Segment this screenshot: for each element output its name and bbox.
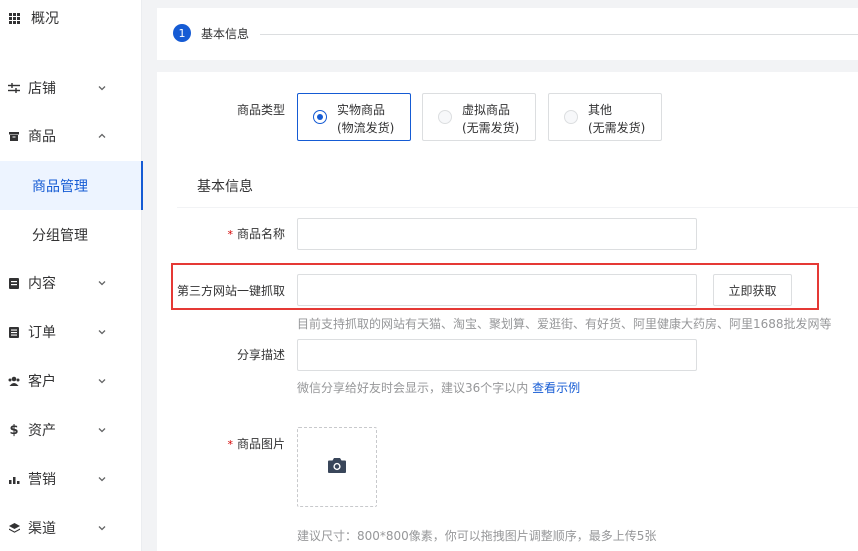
share-description-input[interactable] [297, 339, 697, 371]
option-subtitle: (无需发货) [462, 121, 520, 135]
sidebar-subitem-group-manage[interactable]: 分组管理 [0, 210, 142, 259]
sidebar-item-label: 内容 [28, 276, 56, 292]
sidebar-item-goods[interactable]: 商品 [0, 112, 142, 160]
product-name-label: * 商品名称 [227, 225, 285, 242]
radio-button[interactable] [564, 110, 578, 124]
product-form: 商品类型 实物商品 (物流发货) 虚拟商品 (无需发货) 其他 (无需发货) 基… [157, 72, 858, 551]
sidebar-item-marketing[interactable]: 营销 [0, 455, 142, 503]
fetch-now-button[interactable]: 立即获取 [713, 274, 792, 306]
sidebar-item-channels[interactable]: 渠道 [0, 504, 142, 551]
chevron-up-icon [96, 130, 108, 142]
chevron-down-icon [96, 326, 108, 338]
sidebar-item-overview[interactable]: 概况 [0, 0, 142, 42]
product-images-label-text: 商品图片 [236, 437, 285, 451]
image-upload-box[interactable] [297, 427, 377, 507]
sidebar-item-shop[interactable]: 店铺 [0, 64, 142, 112]
chevron-down-icon [96, 277, 108, 289]
product-images-label: * 商品图片 [227, 435, 285, 452]
step-number-badge: 1 [173, 24, 191, 42]
content-doc-icon [8, 277, 20, 289]
option-title: 虚拟商品 [462, 103, 511, 117]
sidebar: 概况 店铺 商品 商品管理 分组管理 内容 订单 客户 $ 资产 营销 渠道 [0, 0, 143, 551]
camera-icon [328, 457, 346, 477]
product-type-label: 商品类型 [236, 103, 285, 117]
grab-help-text: 目前支持抓取的网站有天猫、淘宝、聚划算、爱逛街、有好货、阿里健康大药房、阿里16… [297, 317, 832, 331]
steps-card: 1 基本信息 [157, 8, 858, 60]
sidebar-item-customers[interactable]: 客户 [0, 357, 142, 405]
customers-icon [8, 375, 20, 387]
product-type-option-other[interactable]: 其他 (无需发货) [548, 93, 662, 141]
step-title: 基本信息 [201, 27, 250, 41]
share-help-text: 微信分享给好友时会显示，建议36个字以内 [297, 381, 529, 395]
chevron-down-icon [96, 424, 108, 436]
goods-box-icon [8, 130, 20, 142]
step-divider [260, 34, 858, 35]
sidebar-subitem-label: 分组管理 [32, 227, 88, 244]
chevron-down-icon [96, 82, 108, 94]
sidebar-item-label: 渠道 [28, 521, 56, 537]
share-help: 微信分享给好友时会显示，建议36个字以内 查看示例 [297, 379, 580, 396]
required-mark: * [227, 228, 233, 241]
share-description-label: 分享描述 [236, 348, 285, 362]
sidebar-subitem-goods-manage[interactable]: 商品管理 [0, 161, 143, 210]
radio-button[interactable] [313, 110, 327, 124]
option-subtitle: (无需发货) [588, 121, 646, 135]
option-title: 其他 [588, 103, 613, 117]
sidebar-item-label: 概况 [31, 11, 59, 27]
shop-settings-icon [8, 82, 20, 94]
sidebar-item-label: 商品 [28, 129, 56, 145]
dollar-icon: $ [9, 422, 19, 438]
chevron-down-icon [96, 473, 108, 485]
dashboard-grid-icon [8, 12, 20, 24]
sidebar-item-orders[interactable]: 订单 [0, 308, 142, 356]
sidebar-item-content[interactable]: 内容 [0, 259, 142, 307]
view-example-link[interactable]: 查看示例 [532, 381, 580, 395]
sidebar-item-label: 订单 [28, 325, 56, 341]
sidebar-item-label: 客户 [28, 374, 56, 390]
product-name-label-text: 商品名称 [236, 227, 285, 241]
sidebar-subitem-label: 商品管理 [32, 178, 88, 195]
chevron-down-icon [96, 375, 108, 387]
radio-button[interactable] [438, 110, 452, 124]
third-party-grab-label: 第三方网站一键抓取 [176, 284, 285, 298]
section-divider [177, 207, 858, 208]
order-list-icon [8, 326, 20, 338]
chevron-down-icon [96, 522, 108, 534]
sidebar-item-label: 营销 [28, 472, 56, 488]
image-help-text: 建议尺寸：800*800像素，你可以拖拽图片调整顺序，最多上传5张 [297, 529, 657, 543]
sidebar-item-assets[interactable]: $ 资产 [0, 406, 142, 454]
section-title: 基本信息 [197, 179, 253, 195]
product-type-option-virtual[interactable]: 虚拟商品 (无需发货) [422, 93, 536, 141]
sidebar-item-label: 店铺 [28, 81, 56, 97]
product-name-input[interactable] [297, 218, 697, 250]
product-type-option-physical[interactable]: 实物商品 (物流发货) [297, 93, 411, 141]
sidebar-item-label: 资产 [28, 423, 56, 439]
bar-chart-icon [8, 473, 20, 485]
third-party-url-input[interactable] [297, 274, 697, 306]
option-subtitle: (物流发货) [337, 121, 395, 135]
layers-icon [8, 522, 20, 534]
required-mark: * [227, 438, 233, 451]
option-title: 实物商品 [337, 103, 386, 117]
